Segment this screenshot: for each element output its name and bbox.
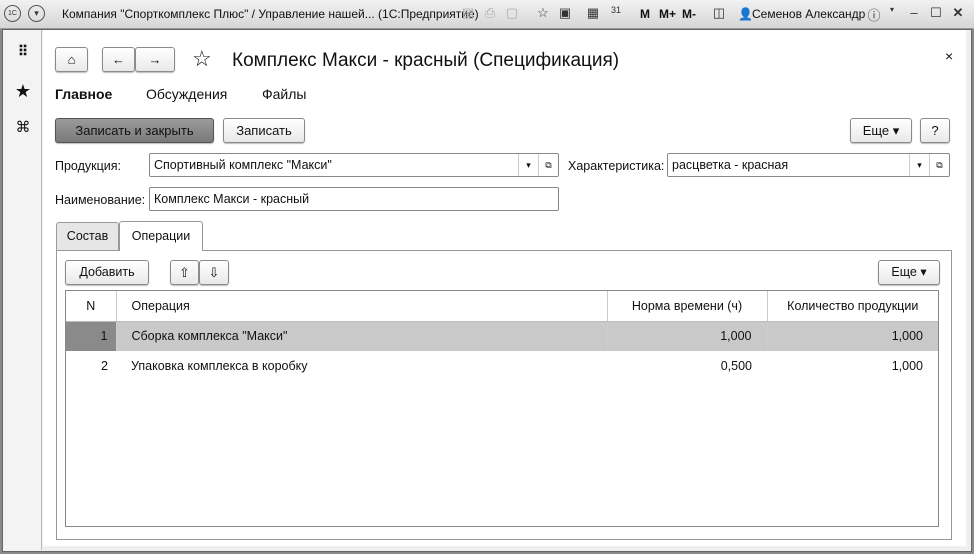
window-title: Компания "Спорткомплекс Плюс" / Управлен… — [62, 7, 479, 21]
cell-qty: 1,000 — [891, 329, 923, 344]
title-bar: 1С ▾ Компания "Спорткомплекс Плюс" / Упр… — [0, 0, 974, 29]
close-window-icon[interactable]: ✕ — [950, 5, 966, 23]
calculator-icon[interactable]: ▦ — [585, 5, 601, 23]
table-row[interactable]: 2 Упаковка комплекса в коробку 0,500 1,0… — [66, 351, 938, 381]
bookmark-icon[interactable]: ▣ — [557, 5, 573, 23]
home-button[interactable]: ⌂ — [55, 47, 88, 72]
minimize-icon[interactable]: – — [906, 5, 922, 23]
tab-composition[interactable]: Состав — [56, 222, 119, 250]
col-norm[interactable]: Норма времени (ч) — [607, 291, 768, 322]
info-icon[interactable]: ⓘ — [866, 5, 882, 23]
memory-m-plus[interactable]: M+ — [659, 7, 676, 21]
product-field[interactable]: Спортивный комплекс "Макси" ▾ ⧉ — [149, 153, 559, 177]
maximize-icon[interactable]: ☐ — [928, 5, 944, 23]
characteristic-label: Характеристика: — [568, 159, 665, 173]
memory-m[interactable]: M — [640, 7, 650, 21]
sections-menu-icon[interactable]: ⠿ — [12, 40, 34, 62]
panels-icon[interactable]: ◫ — [711, 5, 727, 23]
memory-m-minus[interactable]: M- — [682, 7, 696, 21]
col-qty[interactable]: Количество продукции — [767, 291, 938, 322]
product-label: Продукция: — [55, 159, 122, 173]
cell-operation: Упаковка комплекса в коробку — [131, 359, 308, 373]
cell-n: 2 — [101, 359, 108, 373]
name-label: Наименование: — [55, 193, 146, 207]
close-form-icon[interactable]: × — [945, 48, 953, 64]
history-icon[interactable]: ⌘ — [12, 117, 34, 139]
table-row[interactable]: 1 Сборка комплекса "Макси" 1,000 1,000 — [66, 321, 938, 351]
help-button: ? — [920, 118, 950, 143]
save-icon[interactable]: ▤ — [460, 5, 476, 23]
characteristic-field[interactable]: расцветка - красная ▾ ⧉ — [667, 153, 950, 177]
save-button[interactable]: Записать — [223, 118, 305, 143]
save-and-close-button[interactable]: Записать и закрыть — [55, 118, 214, 143]
cell-qty: 1,000 — [891, 359, 923, 373]
back-button[interactable]: ← — [102, 47, 135, 72]
user-name[interactable]: Семенов Александр — [752, 7, 865, 21]
user-icon: 👤 — [738, 7, 753, 21]
cell-norm: 0,500 — [720, 359, 752, 373]
calendar-icon[interactable]: 31 — [608, 5, 624, 23]
table-more-label: Еще — [891, 265, 917, 279]
nav-discussions[interactable]: Обсуждения — [146, 86, 227, 102]
more-label: Еще — [862, 123, 890, 138]
form: ⌂ ← → ☆ Комплекс Макси - красный (Специф… — [43, 30, 966, 546]
product-dropdown-icon[interactable]: ▾ — [518, 154, 538, 176]
characteristic-dropdown-icon[interactable]: ▾ — [909, 154, 929, 176]
sidebar: ⠿ ★ ⌘ — [3, 30, 42, 550]
nav-files[interactable]: Файлы — [262, 86, 306, 102]
page-title: Комплекс Макси - красный (Спецификация) — [232, 50, 620, 71]
more-button[interactable]: Еще ▾ — [850, 118, 912, 143]
app-logo-icon[interactable]: 1С — [4, 5, 21, 22]
forward-button[interactable]: → — [135, 47, 175, 72]
product-open-icon[interactable]: ⧉ — [538, 154, 558, 176]
col-operation[interactable]: Операция — [116, 291, 608, 322]
favorite-star-icon[interactable]: ☆ — [192, 46, 212, 72]
move-up-button[interactable]: ⇧ — [170, 260, 199, 285]
main-menu-icon[interactable]: ▾ — [28, 5, 45, 22]
nav-main[interactable]: Главное — [55, 86, 112, 102]
print-icon[interactable]: ⎙ — [482, 5, 498, 23]
tab-operations[interactable]: Операции — [119, 221, 203, 251]
preview-icon[interactable]: ▢ — [504, 5, 520, 23]
characteristic-open-icon[interactable]: ⧉ — [929, 154, 949, 176]
cell-operation: Сборка комплекса "Макси" — [116, 321, 608, 351]
info-dropdown-icon[interactable]: ▾ — [884, 5, 900, 23]
product-value: Спортивный комплекс "Макси" — [154, 158, 332, 172]
add-button[interactable]: Добавить — [65, 260, 149, 285]
operations-table: N Операция Норма времени (ч) Количество … — [65, 290, 939, 527]
move-down-button[interactable]: ⇩ — [199, 260, 229, 285]
table-header: N Операция Норма времени (ч) Количество … — [66, 291, 938, 322]
favorite-icon[interactable]: ☆ — [535, 5, 551, 23]
table-more-button[interactable]: Еще ▾ — [878, 260, 940, 285]
cell-norm: 1,000 — [607, 321, 768, 351]
name-input[interactable]: Комплекс Макси - красный — [149, 187, 559, 211]
col-n[interactable]: N — [66, 291, 117, 322]
characteristic-value: расцветка - красная — [672, 158, 789, 172]
favorites-icon[interactable]: ★ — [12, 80, 34, 102]
cell-n: 1 — [66, 321, 117, 351]
